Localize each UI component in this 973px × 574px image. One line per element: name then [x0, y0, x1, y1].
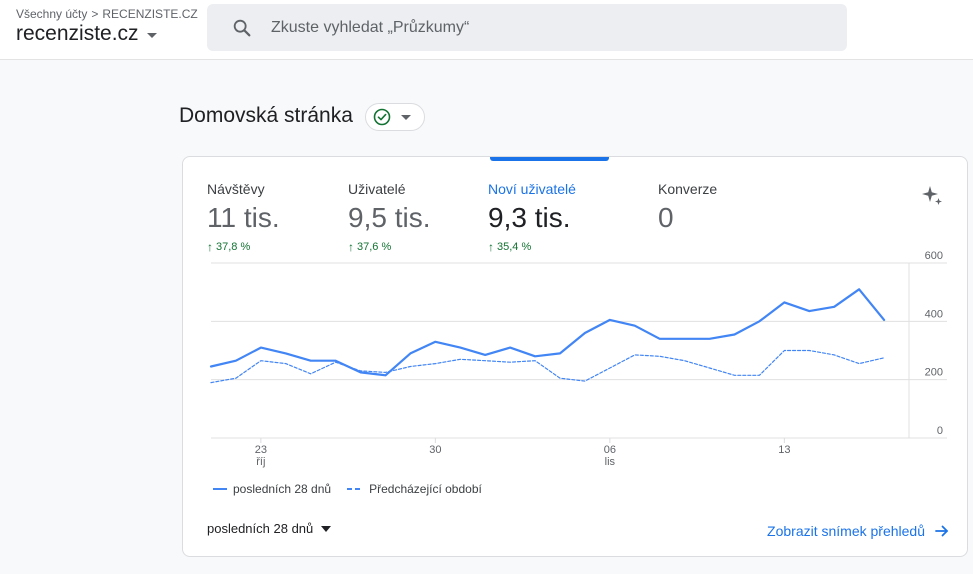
- search-input[interactable]: Zkuste vyhledat „Průzkumy“: [271, 19, 469, 37]
- breadcrumb-account[interactable]: RECENZISTE.CZ: [102, 7, 197, 21]
- breadcrumb-all-accounts[interactable]: Všechny účty: [16, 7, 87, 21]
- breadcrumb-separator: >: [91, 7, 99, 21]
- legend-current-label: posledních 28 dnů: [233, 482, 332, 496]
- chevron-down-icon: [401, 115, 411, 120]
- overview-card: Návštěvy 11 tis. ↑ 37,8 % Uživatelé 9,5 t…: [182, 156, 968, 557]
- view-snapshot-link[interactable]: Zobrazit snímek přehledů: [767, 523, 949, 539]
- check-circle-icon: [373, 108, 391, 126]
- account-selector[interactable]: recenziste.cz: [16, 22, 157, 46]
- x-tick-label: 13: [778, 444, 790, 456]
- y-tick-label: 400: [925, 308, 943, 320]
- status-chip[interactable]: [365, 103, 425, 131]
- arrow-right-icon: [935, 525, 948, 537]
- date-range-label: posledních 28 dnů: [207, 521, 314, 536]
- search-bar[interactable]: Zkuste vyhledat „Průzkumy“: [207, 4, 847, 51]
- y-tick-label: 200: [925, 367, 943, 379]
- x-tick-sublabel: lis: [605, 456, 616, 468]
- y-tick-label: 600: [925, 250, 943, 262]
- breadcrumb: Všechny účty > RECENZISTE.CZ: [16, 7, 198, 21]
- caret-down-icon: [146, 33, 157, 38]
- page-title: Domovská stránka: [179, 104, 353, 127]
- x-tick-label: 06: [604, 444, 616, 456]
- top-bar: Všechny účty > RECENZISTE.CZ recenziste.…: [0, 0, 973, 60]
- account-name: recenziste.cz: [16, 22, 139, 45]
- x-tick-label: 30: [429, 444, 441, 456]
- chart-legend: posledních 28 dnů Předcházející období: [213, 482, 482, 496]
- view-snapshot-label: Zobrazit snímek přehledů: [767, 523, 925, 539]
- series-line-current: [209, 288, 886, 377]
- legend-solid-swatch: [213, 488, 227, 490]
- caret-down-icon: [321, 525, 332, 532]
- search-icon: [233, 19, 251, 36]
- x-tick-sublabel: říj: [256, 456, 265, 468]
- line-chart: 0 200 400 600 23říj 30 06lis 13: [209, 250, 947, 468]
- y-tick-label: 0: [937, 425, 943, 437]
- date-range-selector[interactable]: posledních 28 dnů: [207, 521, 332, 536]
- legend-dashed-swatch: [347, 488, 364, 490]
- legend-previous-label: Předcházející období: [369, 482, 482, 496]
- x-tick-label: 23: [255, 444, 267, 456]
